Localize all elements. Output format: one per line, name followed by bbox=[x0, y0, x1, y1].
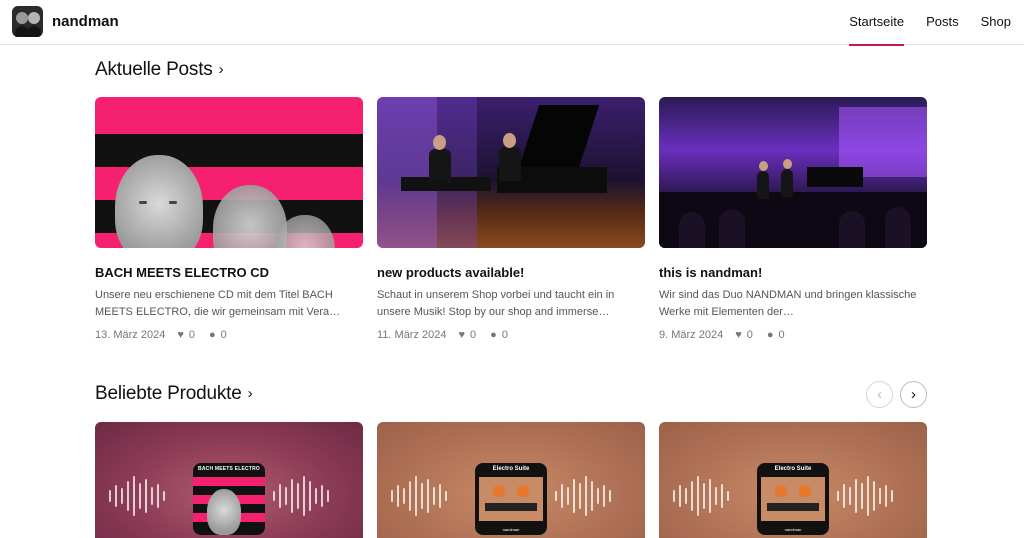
post-card[interactable]: this is nandman! Wir sind das Duo NANDMA… bbox=[659, 97, 927, 341]
post-title[interactable]: new products available! bbox=[377, 265, 645, 280]
post-date: 9. März 2024 bbox=[659, 329, 724, 341]
album-title: Electro Suite bbox=[774, 466, 812, 472]
post-image-bach[interactable] bbox=[95, 97, 363, 248]
like-count: 0 bbox=[470, 329, 477, 341]
album-cover-electro-suite[interactable]: Electro Suite nandman bbox=[475, 463, 547, 535]
product-card[interactable]: BACH MEETS ELECTRO bbox=[95, 422, 363, 538]
carousel-next-button[interactable]: › bbox=[900, 381, 927, 408]
album-cover-electro-suite[interactable]: Electro Suite nandman bbox=[757, 463, 829, 535]
site-name[interactable]: nandman bbox=[52, 13, 119, 30]
site-brand[interactable]: nandman bbox=[12, 6, 119, 37]
post-card[interactable]: BACH MEETS ELECTRO CD Unsere neu erschie… bbox=[95, 97, 363, 341]
comment-count: 0 bbox=[220, 329, 227, 341]
chevron-right-icon[interactable]: › bbox=[248, 385, 253, 402]
album-title: BACH MEETS ELECTRO bbox=[198, 466, 260, 472]
main-nav: Startseite Posts Shop bbox=[838, 0, 1011, 46]
like-count: 0 bbox=[188, 329, 195, 341]
post-date: 13. März 2024 bbox=[95, 329, 166, 341]
comment-icon[interactable]: ● bbox=[209, 329, 216, 341]
post-image-stage[interactable] bbox=[377, 97, 645, 248]
heart-icon[interactable]: ♥ bbox=[735, 329, 742, 341]
comment-count: 0 bbox=[501, 329, 508, 341]
nav-item-startseite[interactable]: Startseite bbox=[838, 0, 915, 46]
post-title[interactable]: BACH MEETS ELECTRO CD bbox=[95, 265, 363, 280]
post-meta: 13. März 2024 ♥ 0 ● 0 bbox=[95, 329, 363, 341]
post-card[interactable]: new products available! Schaut in unsere… bbox=[377, 97, 645, 341]
nav-item-shop[interactable]: Shop bbox=[970, 0, 1011, 45]
album-cover-bach[interactable]: BACH MEETS ELECTRO bbox=[193, 463, 265, 535]
product-card[interactable]: Electro Suite nandman bbox=[659, 422, 927, 538]
waveform-left bbox=[109, 474, 165, 518]
album-title: Electro Suite bbox=[492, 466, 530, 472]
chevron-right-icon[interactable]: › bbox=[219, 61, 224, 78]
post-meta: 9. März 2024 ♥ 0 ● 0 bbox=[659, 329, 927, 341]
recent-posts-title[interactable]: Aktuelle Posts bbox=[95, 59, 213, 81]
waveform-right bbox=[273, 474, 329, 518]
post-image-concert[interactable] bbox=[659, 97, 927, 248]
post-date: 11. März 2024 bbox=[377, 329, 447, 341]
site-logo-avatar[interactable] bbox=[12, 6, 43, 37]
waveform-right bbox=[837, 474, 893, 518]
post-title[interactable]: this is nandman! bbox=[659, 265, 927, 280]
heart-icon[interactable]: ♥ bbox=[177, 329, 184, 341]
post-excerpt: Wir sind das Duo NANDMAN und bringen kla… bbox=[659, 289, 917, 318]
waveform-left bbox=[391, 474, 447, 518]
waveform-right bbox=[555, 474, 611, 518]
product-card[interactable]: Electro Suite nandman bbox=[377, 422, 645, 538]
carousel-prev-button[interactable]: ‹ bbox=[866, 381, 893, 408]
top-navigation-bar: nandman Startseite Posts Shop bbox=[0, 0, 1024, 46]
post-excerpt: Schaut in unserem Shop vorbei und taucht… bbox=[377, 289, 615, 318]
popular-products-title[interactable]: Beliebte Produkte bbox=[95, 383, 242, 405]
post-meta: 11. März 2024 ♥ 0 ● 0 bbox=[377, 329, 645, 341]
recent-posts-heading[interactable]: Aktuelle Posts › bbox=[95, 59, 224, 81]
comment-icon[interactable]: ● bbox=[767, 329, 774, 341]
like-count: 0 bbox=[746, 329, 753, 341]
comment-count: 0 bbox=[778, 329, 785, 341]
post-excerpt: Unsere neu erschienene CD mit dem Titel … bbox=[95, 289, 341, 318]
comment-icon[interactable]: ● bbox=[490, 329, 497, 341]
album-footer: nandman bbox=[502, 527, 520, 532]
nav-item-posts[interactable]: Posts bbox=[915, 0, 970, 45]
waveform-left bbox=[673, 474, 729, 518]
heart-icon[interactable]: ♥ bbox=[459, 329, 466, 341]
album-footer: nandman bbox=[784, 527, 802, 532]
popular-products-heading[interactable]: Beliebte Produkte › bbox=[95, 383, 253, 405]
